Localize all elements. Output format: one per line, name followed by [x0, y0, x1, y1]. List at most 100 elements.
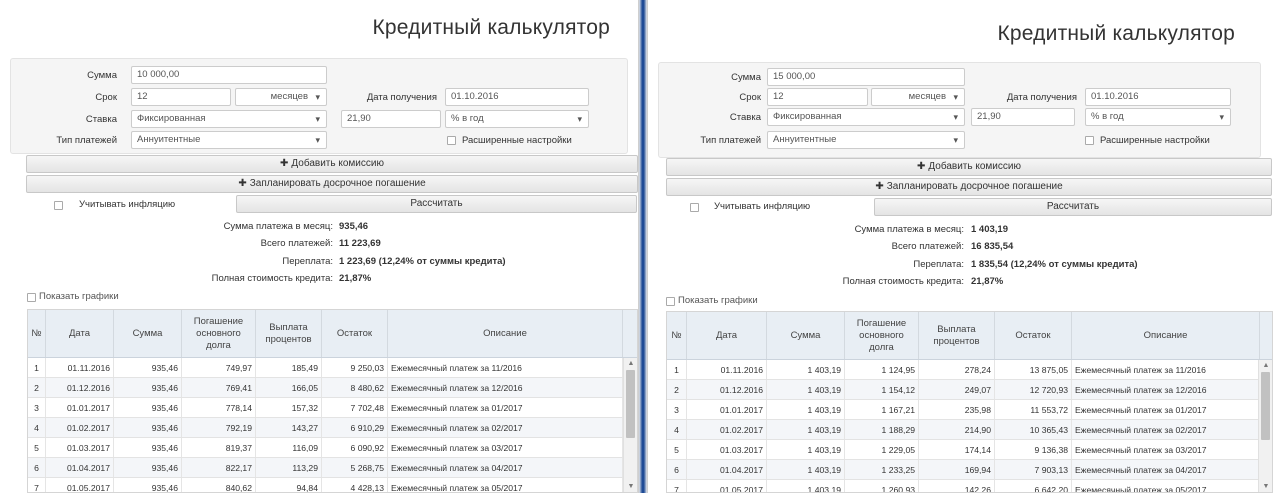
table-row[interactable]: 5 01.03.2017 1 403,19 1 229,05 174,14 9 136,3…	[667, 440, 1260, 460]
table-row[interactable]: 3 01.01.2017 935,46 778,14 157,32 7 702,48 Еже…	[28, 398, 623, 418]
header: Кредитный калькулятор	[0, 0, 638, 53]
table-header: № Дата Сумма Погашение основного долга Выпла…	[667, 312, 1272, 360]
column-header[interactable]: №	[667, 312, 687, 359]
scroll-thumb[interactable]	[1261, 372, 1270, 440]
table-cell: 7 903,13	[995, 460, 1072, 479]
column-header[interactable]: Дата	[687, 312, 767, 359]
table-cell: 214,90	[919, 420, 995, 439]
rate-type-select[interactable]: Фиксированная	[131, 110, 327, 128]
calculate-button[interactable]: Рассчитать	[236, 195, 637, 213]
sum-input[interactable]: 15 000,00	[767, 68, 965, 86]
date-input[interactable]: 01.10.2016	[1085, 88, 1231, 106]
scroll-down-icon[interactable]: ▼	[1259, 483, 1272, 490]
inflation-checkbox[interactable]	[54, 201, 63, 210]
date-input[interactable]: 01.10.2016	[445, 88, 589, 106]
plan-early-repayment-button[interactable]: ✚ Запланировать досрочное погашение	[26, 175, 638, 193]
table-cell: 143,27	[256, 418, 322, 437]
scroll-up-icon[interactable]: ▲	[1259, 362, 1272, 369]
table-row[interactable]: 2 01.12.2016 935,46 769,41 166,05 8 480,62 Еже…	[28, 378, 623, 398]
rate-type-value: Фиксированная	[773, 111, 842, 122]
payment-type-value: Аннуитентные	[773, 134, 837, 145]
column-header[interactable]: Погашение основного долга	[182, 310, 256, 357]
show-graphs-checkbox[interactable]	[666, 297, 675, 306]
table-scrollbar[interactable]: ▲ ▼	[1258, 360, 1272, 492]
column-header[interactable]: Остаток	[322, 310, 388, 357]
table-cell: Ежемесячный платеж за 11/2016	[1072, 360, 1260, 379]
overpayment-label: Переплата:	[282, 256, 333, 267]
table-row[interactable]: 1 01.11.2016 1 403,19 1 124,95 278,24 13 875,…	[667, 360, 1260, 380]
overpayment-value: 1 835,54 (12,24% от суммы кредита)	[971, 259, 1138, 270]
table-cell: 749,97	[182, 358, 256, 377]
column-header[interactable]: Остаток	[995, 312, 1072, 359]
payment-type-select[interactable]: Аннуитентные	[767, 131, 965, 149]
table-cell: 1 403,19	[767, 480, 845, 492]
term-label: Срок	[95, 92, 117, 103]
column-header[interactable]: Погашение основного долга	[845, 312, 919, 359]
advanced-settings-checkbox[interactable]	[447, 136, 456, 145]
inflation-checkbox[interactable]	[690, 203, 699, 212]
advanced-settings-checkbox[interactable]	[1085, 136, 1094, 145]
term-input[interactable]: 12	[767, 88, 868, 106]
show-graphs-label: Показать графики	[678, 295, 758, 306]
rate-unit-select[interactable]: % в год	[445, 110, 589, 128]
payment-type-label: Тип платежей	[700, 135, 761, 146]
full-cost-value: 21,87%	[971, 276, 1004, 287]
term-unit-select[interactable]: месяцев	[871, 88, 965, 106]
page-title: Кредитный калькулятор	[997, 22, 1235, 45]
rate-input[interactable]: 21,90	[971, 108, 1075, 126]
table-row[interactable]: 4 01.02.2017 1 403,19 1 188,29 214,90 10 365,…	[667, 420, 1260, 440]
results-summary: Сумма платежа в месяц: 935,46 Всего плат…	[0, 221, 638, 291]
table-cell: 819,37	[182, 438, 256, 457]
add-commission-label: Добавить комиссию	[291, 158, 384, 169]
table-cell: 9 136,38	[995, 440, 1072, 459]
table-row[interactable]: 6 01.04.2017 935,46 822,17 113,29 5 268,75 Еже…	[28, 458, 623, 478]
column-header[interactable]: Сумма	[767, 312, 845, 359]
column-header[interactable]: Дата	[46, 310, 114, 357]
table-cell: Ежемесячный платеж за 01/2017	[388, 398, 623, 417]
table-cell: 01.12.2016	[46, 378, 114, 397]
column-header[interactable]: №	[28, 310, 46, 357]
add-commission-button[interactable]: ✚ Добавить комиссию	[666, 158, 1272, 176]
table-row[interactable]: 6 01.04.2017 1 403,19 1 233,25 169,94 7 903,1…	[667, 460, 1260, 480]
calculate-button[interactable]: Рассчитать	[874, 198, 1272, 216]
show-graphs-checkbox[interactable]	[27, 293, 36, 302]
table-cell: 01.03.2017	[46, 438, 114, 457]
table-scrollbar[interactable]: ▲ ▼	[623, 358, 637, 492]
column-header[interactable]: Описание	[1072, 312, 1260, 359]
table-cell: 2	[28, 378, 46, 397]
table-row[interactable]: 3 01.01.2017 1 403,19 1 167,21 235,98 11 553,…	[667, 400, 1260, 420]
scroll-thumb[interactable]	[626, 370, 635, 438]
term-input[interactable]: 12	[131, 88, 231, 106]
column-header[interactable]: Сумма	[114, 310, 182, 357]
term-unit-select[interactable]: месяцев	[235, 88, 327, 106]
table-row[interactable]: 4 01.02.2017 935,46 792,19 143,27 6 910,29 Еже…	[28, 418, 623, 438]
rate-unit-select[interactable]: % в год	[1085, 108, 1231, 126]
table-row[interactable]: 7 01.05.2017 935,46 840,62 94,84 4 428,13 Ежем…	[28, 478, 623, 492]
rate-type-select[interactable]: Фиксированная	[767, 108, 965, 126]
table-cell: 6 642,20	[995, 480, 1072, 492]
sum-label: Сумма	[731, 72, 761, 83]
rate-label: Ставка	[85, 114, 117, 125]
plus-icon: ✚	[917, 161, 926, 172]
table-cell: Ежемесячный платеж за 12/2016	[388, 378, 623, 397]
scroll-down-icon[interactable]: ▼	[624, 483, 637, 490]
plan-early-repayment-button[interactable]: ✚ Запланировать досрочное погашение	[666, 178, 1272, 196]
table-row[interactable]: 5 01.03.2017 935,46 819,37 116,09 6 090,92 Еже…	[28, 438, 623, 458]
column-header[interactable]: Описание	[388, 310, 623, 357]
table-cell: Ежемесячный платеж за 03/2017	[1072, 440, 1260, 459]
table-cell: 11 553,72	[995, 400, 1072, 419]
table-row[interactable]: 2 01.12.2016 1 403,19 1 154,12 249,07 12 720,…	[667, 380, 1260, 400]
results-summary: Сумма платежа в месяц: 1 403,19 Всего пл…	[648, 224, 1279, 294]
sum-input[interactable]: 10 000,00	[131, 66, 327, 84]
column-header[interactable]: Выплата процентов	[919, 312, 995, 359]
term-unit-value: месяцев	[908, 91, 946, 102]
payment-type-select[interactable]: Аннуитентные	[131, 131, 327, 149]
rate-input[interactable]: 21,90	[341, 110, 441, 128]
table-row[interactable]: 1 01.11.2016 935,46 749,97 185,49 9 250,03 Еже…	[28, 358, 623, 378]
column-header[interactable]: Выплата процентов	[256, 310, 322, 357]
table-cell: Ежемесячный платеж за 03/2017	[388, 438, 623, 457]
scroll-up-icon[interactable]: ▲	[624, 360, 637, 367]
table-row[interactable]: 7 01.05.2017 1 403,19 1 260,93 142,26 6 642,2…	[667, 480, 1260, 492]
add-commission-button[interactable]: ✚ Добавить комиссию	[26, 155, 638, 173]
table-cell: 1 403,19	[767, 440, 845, 459]
